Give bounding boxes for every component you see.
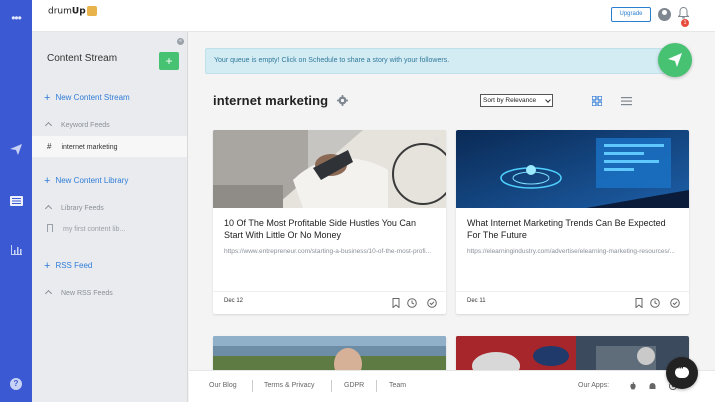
sidebar-item-internet-marketing[interactable]: # internet marketing xyxy=(32,136,187,157)
check-circle-icon[interactable] xyxy=(427,298,437,308)
check-circle-icon[interactable] xyxy=(670,298,680,308)
logo-text-bold: Up xyxy=(71,6,86,17)
close-icon[interactable]: × xyxy=(434,134,440,146)
plus-icon: + xyxy=(44,260,51,272)
new-rss-feeds-toggle[interactable]: New RSS Feeds xyxy=(44,289,113,298)
article-title[interactable]: What Internet Marketing Trends Can Be Ex… xyxy=(467,217,679,241)
rss-feed-label: RSS Feed xyxy=(55,261,93,270)
footer: Our Blog Terms & Privacy GDPR Team Our A… xyxy=(189,370,715,402)
gear-icon[interactable] xyxy=(337,95,348,106)
main-content: Your queue is empty! Click on Schedule t… xyxy=(189,32,715,386)
article-date: Dec 12 xyxy=(224,298,244,304)
chevron-up-icon xyxy=(44,289,53,298)
library-feeds-label: Library Feeds xyxy=(61,205,104,212)
plus-icon: + xyxy=(44,92,51,104)
divider xyxy=(331,380,332,392)
grid-view-icon[interactable] xyxy=(592,96,602,106)
plus-icon: + xyxy=(44,175,51,187)
sidebar: « Content Stream + + New Content Stream K… xyxy=(32,32,188,402)
page-title: internet marketing xyxy=(213,93,329,108)
card-actions xyxy=(390,295,437,313)
chevron-up-icon xyxy=(44,204,53,213)
top-bar: drumUp Upgrade 1 xyxy=(32,0,715,32)
analytics-icon[interactable] xyxy=(11,245,22,255)
list-view-icon[interactable] xyxy=(621,96,632,106)
collapse-sidebar-icon[interactable]: « xyxy=(177,38,184,45)
queue-empty-notice: Your queue is empty! Click on Schedule t… xyxy=(205,48,686,74)
bookmark-icon[interactable] xyxy=(392,298,400,309)
sidebar-item-label: internet marketing xyxy=(61,144,118,151)
drum-logo-icon xyxy=(86,6,97,16)
new-content-stream-label: New Content Stream xyxy=(55,93,130,102)
article-image xyxy=(456,130,689,208)
new-content-library-link[interactable]: + New Content Library xyxy=(44,175,128,187)
article-image xyxy=(213,130,446,208)
footer-link-gdpr[interactable]: GDPR xyxy=(344,382,364,389)
rss-feed-link[interactable]: + RSS Feed xyxy=(44,260,92,272)
left-rail: ••• ? xyxy=(0,0,32,402)
send-icon xyxy=(668,53,682,67)
footer-link-blog[interactable]: Our Blog xyxy=(209,382,237,389)
apple-icon[interactable] xyxy=(630,382,636,390)
divider xyxy=(213,291,446,292)
logo[interactable]: drumUp xyxy=(48,6,97,17)
new-content-library-label: New Content Library xyxy=(55,176,129,185)
article-url[interactable]: https://www.entrepreneur.com/starting-a-… xyxy=(224,247,436,257)
avatar[interactable] xyxy=(658,8,671,21)
footer-link-team[interactable]: Team xyxy=(389,382,406,389)
sort-select-value: Sort by Relevance xyxy=(483,97,537,104)
divider xyxy=(252,380,253,392)
upgrade-button[interactable]: Upgrade xyxy=(611,7,651,22)
chat-bubble-icon xyxy=(675,366,689,378)
clock-icon[interactable] xyxy=(406,298,417,308)
bookmark-icon xyxy=(47,224,53,232)
bookmark-icon[interactable] xyxy=(635,298,643,309)
apps-label: Our Apps: xyxy=(578,382,610,389)
chevron-down-icon xyxy=(545,97,551,103)
add-stream-button[interactable]: + xyxy=(159,52,179,70)
content-icon[interactable] xyxy=(10,196,23,206)
keyword-feeds-label: Keyword Feeds xyxy=(61,122,110,129)
sort-select[interactable]: Sort by Relevance xyxy=(480,94,553,107)
new-rss-feeds-label: New RSS Feeds xyxy=(61,290,113,297)
sidebar-title: Content Stream xyxy=(47,53,118,64)
android-icon[interactable] xyxy=(649,382,656,390)
more-icon[interactable]: ••• xyxy=(0,11,32,25)
notification-badge: 1 xyxy=(681,19,689,27)
divider xyxy=(376,380,377,392)
library-feeds-toggle[interactable]: Library Feeds xyxy=(44,204,104,213)
send-icon[interactable] xyxy=(10,144,22,155)
article-title[interactable]: 10 Of The Most Profitable Side Hustles Y… xyxy=(224,217,436,241)
card-actions xyxy=(633,295,680,313)
article-date: Dec 11 xyxy=(467,298,486,304)
keyword-feeds-toggle[interactable]: Keyword Feeds xyxy=(44,121,110,130)
sidebar-item-label: my first content lib... xyxy=(63,226,126,233)
new-content-stream-link[interactable]: + New Content Stream xyxy=(44,92,130,104)
article-url[interactable]: https://elearningindustry.com/advertise/… xyxy=(467,247,679,257)
chevron-up-icon xyxy=(44,121,53,130)
sidebar-item-content-library[interactable]: my first content lib... xyxy=(32,219,187,240)
divider xyxy=(456,291,689,292)
bell-icon[interactable] xyxy=(678,7,689,19)
hash-icon: # xyxy=(47,142,52,151)
chat-widget-button[interactable] xyxy=(666,357,698,389)
article-card[interactable]: What Internet Marketing Trends Can Be Ex… xyxy=(456,130,689,314)
clock-icon[interactable] xyxy=(649,298,660,308)
help-icon[interactable]: ? xyxy=(10,378,22,390)
logo-text: drum xyxy=(48,6,72,17)
schedule-post-button[interactable] xyxy=(658,43,692,77)
article-card[interactable]: × 10 Of The Most Profitable Side Hustles… xyxy=(213,130,446,314)
footer-link-terms[interactable]: Terms & Privacy xyxy=(264,382,315,389)
